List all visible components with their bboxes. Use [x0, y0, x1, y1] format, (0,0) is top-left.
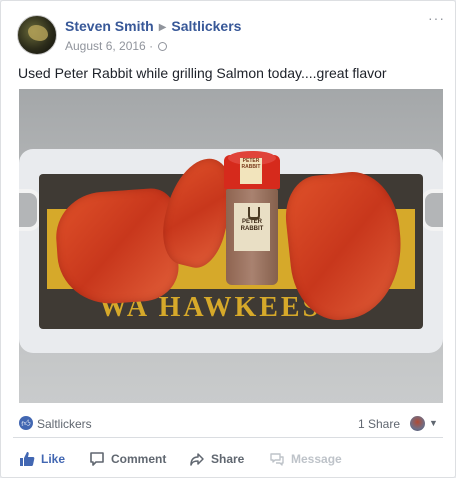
reaction-names[interactable]: Saltlickers: [37, 417, 92, 431]
comment-button[interactable]: Comment: [89, 443, 166, 475]
page-name[interactable]: Saltlickers: [171, 18, 241, 34]
thumbs-up-icon: [19, 451, 35, 467]
shaker-cap: PETER RABBIT: [224, 151, 280, 189]
tray-handle-left: [19, 189, 41, 231]
like-label: Like: [41, 452, 66, 466]
salmon-fillet-left: [53, 186, 181, 308]
reactions-bar: 👍︎ Saltlickers 1 Share ▼: [1, 407, 455, 437]
message-bubble-icon: [269, 451, 285, 467]
meta-separator: ·: [149, 39, 154, 53]
comment-bubble-icon: [89, 451, 105, 467]
post-header: Steven Smith ▶ Saltlickers August 6, 2016 …: [1, 1, 455, 61]
deer-logo-icon: [248, 207, 260, 220]
post-text: Used Peter Rabbit while grilling Salmon …: [18, 65, 387, 81]
post-card: Steven Smith ▶ Saltlickers August 6, 2016 …: [0, 0, 456, 478]
action-bar: Like Comment Share Message: [1, 443, 455, 475]
more-options-icon[interactable]: ···: [428, 11, 445, 25]
arrow-right-icon: ▶: [158, 22, 167, 33]
share-count[interactable]: 1 Share: [358, 417, 400, 431]
chevron-down-icon[interactable]: ▼: [429, 418, 438, 428]
avatar[interactable]: [17, 15, 57, 55]
jar-label: PETER RABBIT: [234, 203, 270, 251]
share-button[interactable]: Share: [189, 443, 244, 475]
globe-icon[interactable]: [158, 42, 168, 51]
seasoning-shaker: PETER RABBIT PETER RABBIT: [224, 151, 280, 285]
share-label: Share: [211, 452, 245, 466]
post-author-line: Steven Smith ▶ Saltlickers: [65, 18, 241, 34]
post-photo[interactable]: WA HAWKEES PETER RABBIT PETER RABBIT: [19, 89, 443, 403]
message-label: Message: [291, 452, 342, 466]
shaker-jar: PETER RABBIT: [226, 189, 278, 285]
post-date[interactable]: August 6, 2016: [65, 39, 146, 53]
like-reaction-icon[interactable]: 👍︎: [19, 416, 33, 430]
message-button[interactable]: Message: [269, 443, 342, 475]
comment-label: Comment: [111, 452, 167, 466]
like-button[interactable]: Like: [19, 443, 65, 475]
author-name[interactable]: Steven Smith: [65, 18, 154, 34]
cap-label: PETER RABBIT: [240, 158, 262, 184]
actions-divider: [13, 437, 443, 438]
share-arrow-icon: [189, 451, 205, 467]
post-meta: August 6, 2016 ·: [65, 39, 168, 53]
tray-handle-right: [421, 189, 443, 231]
viewer-avatar[interactable]: [410, 416, 425, 431]
jar-label-text: PETER RABBIT: [240, 219, 264, 232]
